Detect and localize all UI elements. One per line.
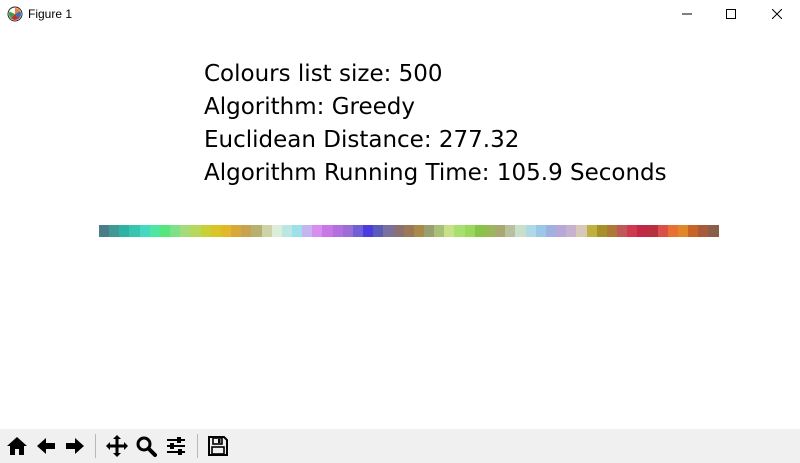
color-swatch — [627, 225, 638, 237]
color-swatch — [220, 225, 232, 237]
back-icon — [37, 438, 55, 454]
forward-button[interactable] — [61, 432, 89, 460]
color-swatch — [251, 225, 262, 237]
color-swatch — [352, 225, 364, 237]
close-button[interactable] — [754, 0, 800, 28]
color-swatch — [200, 225, 211, 237]
color-swatch — [586, 225, 597, 237]
color-swatch — [99, 225, 110, 237]
forward-icon — [66, 438, 84, 454]
color-swatch — [180, 225, 191, 237]
color-swatch — [109, 225, 120, 237]
color-swatch — [677, 225, 689, 237]
color-swatch — [688, 225, 699, 237]
maximize-icon — [726, 9, 736, 19]
color-swatch — [708, 225, 719, 237]
colours-list-size-text: Colours list size: 500 — [204, 61, 443, 87]
color-swatch — [373, 225, 384, 237]
close-icon — [772, 9, 782, 19]
color-swatch — [139, 225, 150, 237]
color-swatch — [363, 225, 374, 237]
color-strip — [99, 225, 719, 237]
color-swatch — [342, 225, 353, 237]
color-swatch — [312, 225, 323, 237]
color-swatch — [576, 225, 587, 237]
color-swatch — [149, 225, 160, 237]
color-swatch — [484, 225, 496, 237]
color-swatch — [698, 225, 709, 237]
home-icon — [7, 437, 27, 455]
algorithm-text: Algorithm: Greedy — [204, 94, 415, 120]
color-swatch — [454, 225, 465, 237]
minimize-button[interactable] — [664, 0, 710, 28]
save-button[interactable] — [204, 432, 232, 460]
color-swatch — [383, 225, 394, 237]
color-swatch — [515, 225, 526, 237]
color-swatch — [332, 225, 343, 237]
pan-button[interactable] — [103, 432, 131, 460]
navigation-toolbar — [0, 429, 800, 463]
color-swatch — [444, 225, 455, 237]
running-time-text: Algorithm Running Time: 105.9 Seconds — [204, 160, 667, 186]
zoom-icon — [136, 436, 157, 457]
color-swatch — [566, 225, 577, 237]
color-swatch — [413, 225, 424, 237]
color-swatch — [637, 225, 648, 237]
color-swatch — [170, 225, 181, 237]
color-swatch — [129, 225, 140, 237]
color-swatch — [261, 225, 272, 237]
toolbar-separator — [197, 434, 198, 458]
maximize-button[interactable] — [708, 0, 754, 28]
figure-text-block: Colours list size: 500 Algorithm: Greedy… — [204, 58, 667, 190]
color-swatch — [119, 225, 130, 237]
color-swatch — [403, 225, 414, 237]
save-icon — [208, 436, 228, 456]
color-swatch — [464, 225, 475, 237]
minimize-icon — [682, 13, 692, 15]
color-swatch — [647, 225, 658, 237]
matplotlib-icon — [7, 6, 23, 22]
color-swatch — [535, 225, 546, 237]
color-swatch — [505, 225, 516, 237]
configure-subplots-icon — [167, 437, 185, 455]
color-swatch — [606, 225, 617, 237]
window-title: Figure 1 — [28, 7, 73, 21]
color-swatch — [667, 225, 678, 237]
color-swatch — [322, 225, 333, 237]
euclidean-distance-text: Euclidean Distance: 277.32 — [204, 127, 520, 153]
color-swatch — [241, 225, 252, 237]
color-swatch — [291, 225, 303, 237]
zoom-button[interactable] — [132, 432, 160, 460]
window-titlebar[interactable]: Figure 1 — [0, 0, 800, 28]
color-swatch — [434, 225, 445, 237]
pan-icon — [106, 435, 128, 457]
configure-subplots-button[interactable] — [162, 432, 190, 460]
color-swatch — [281, 225, 292, 237]
color-swatch — [616, 225, 628, 237]
color-swatch — [190, 225, 201, 237]
figure-canvas[interactable]: Colours list size: 500 Algorithm: Greedy… — [0, 28, 800, 429]
color-swatch — [545, 225, 557, 237]
color-swatch — [393, 225, 404, 237]
color-swatch — [596, 225, 607, 237]
toolbar-separator — [95, 434, 96, 458]
back-button[interactable] — [32, 432, 60, 460]
color-swatch — [302, 225, 313, 237]
color-swatch — [495, 225, 506, 237]
color-swatch — [231, 225, 242, 237]
color-swatch — [271, 225, 282, 237]
color-swatch — [474, 225, 485, 237]
color-swatch — [525, 225, 536, 237]
color-swatch — [210, 225, 221, 237]
color-swatch — [556, 225, 567, 237]
color-swatch — [657, 225, 668, 237]
color-swatch — [424, 225, 435, 237]
home-button[interactable] — [3, 432, 31, 460]
color-swatch — [159, 225, 171, 237]
